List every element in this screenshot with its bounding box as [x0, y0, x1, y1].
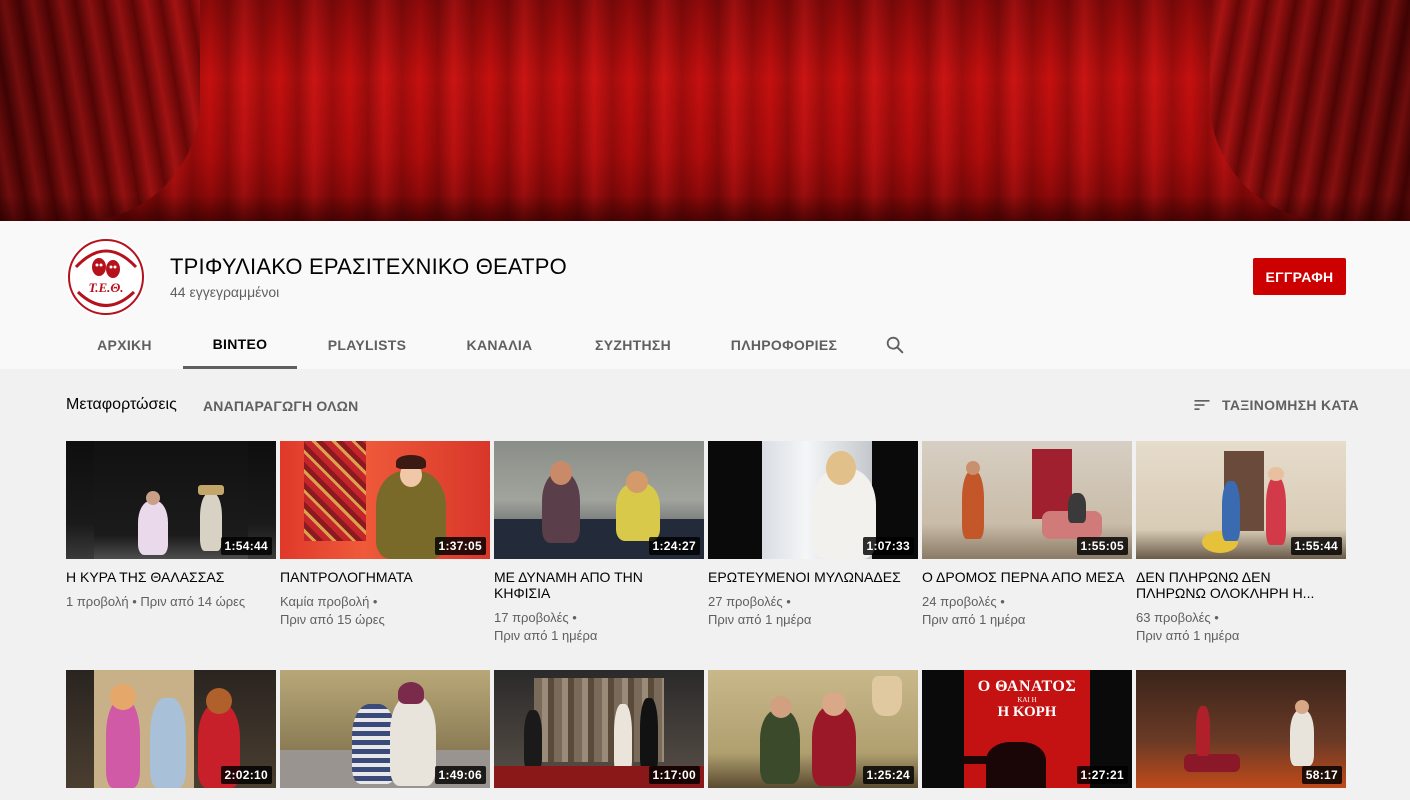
play-all-link[interactable]: ΑΝΑΠΑΡΑΓΩΓΗ ΟΛΩΝ — [203, 398, 358, 414]
channel-banner — [0, 0, 1410, 221]
video-card[interactable]: 1:55:05 Ο ΔΡΟΜΟΣ ΠΕΡΝΑ ΑΠΟ ΜΕΣΑ 24 προβο… — [922, 441, 1132, 629]
video-age: Πριν από 1 ημέρα — [922, 612, 1026, 627]
video-duration: 1:25:24 — [862, 766, 914, 784]
video-age: Πριν από 1 ημέρα — [1136, 628, 1240, 643]
video-card[interactable]: Ο ΘΑΝΑΤΟΣ ΚΑΙ Η Η ΚΟΡΗ 1:27:21 — [922, 670, 1132, 788]
channel-avatar[interactable]: Τ.Ε.Θ. — [66, 237, 146, 317]
channel-header: Τ.Ε.Θ. ΤΡΙΦΥΛΙΑΚΟ ΕΡΑΣΙΤΕΧΝΙΚΟ ΘΕΑΤΡΟ 44… — [0, 221, 1410, 369]
video-duration: 1:49:06 — [434, 766, 486, 784]
video-thumbnail[interactable]: 1:55:44 — [1136, 441, 1346, 559]
video-thumbnail[interactable]: 1:55:05 — [922, 441, 1132, 559]
video-views: 17 προβολές • — [494, 610, 577, 625]
channel-tabs: ΑΡΧΙΚΗ ΒΙΝΤΕΟ PLAYLISTS ΚΑΝΑΛΙΑ ΣΥΖΗΤΗΣΗ… — [66, 321, 926, 369]
video-meta: 1 προβολή • Πριν από 14 ώρες — [66, 593, 276, 611]
tab-discussion[interactable]: ΣΥΖΗΤΗΣΗ — [562, 321, 704, 369]
tab-channels[interactable]: ΚΑΝΑΛΙΑ — [437, 321, 562, 369]
video-meta: 24 προβολές • Πριν από 1 ημέρα — [922, 593, 1132, 629]
video-title[interactable]: Η ΚΥΡΑ ΤΗΣ ΘΑΛΑΣΣΑΣ — [66, 569, 276, 585]
video-views: 24 προβολές • — [922, 594, 1005, 609]
video-thumbnail[interactable]: 1:24:27 — [494, 441, 704, 559]
subscribe-button[interactable]: ΕΓΓΡΑΦΗ — [1253, 258, 1346, 295]
video-title[interactable]: ΜΕ ΔΥΝΑΜΗ ΑΠΟ ΤΗΝ ΚΗΦΙΣΙΑ — [494, 569, 704, 601]
sort-icon — [1194, 400, 1210, 410]
video-thumbnail[interactable]: 1:07:33 — [708, 441, 918, 559]
video-thumbnail[interactable]: 58:17 — [1136, 670, 1346, 788]
tab-videos[interactable]: ΒΙΝΤΕΟ — [183, 321, 297, 369]
uploads-title: Μεταφορτώσεις — [66, 396, 177, 413]
video-views: Καμία προβολή • — [280, 594, 378, 609]
video-card[interactable]: 1:24:27 ΜΕ ΔΥΝΑΜΗ ΑΠΟ ΤΗΝ ΚΗΦΙΣΙΑ 17 προ… — [494, 441, 704, 645]
thumbnail-title-line-1: Ο ΘΑΝΑΤΟΣ — [977, 678, 1077, 695]
video-duration: 2:02:10 — [220, 766, 272, 784]
video-duration: 1:07:33 — [862, 537, 914, 555]
video-duration: 1:55:44 — [1290, 537, 1342, 555]
video-card[interactable]: 2:02:10 — [66, 670, 276, 788]
video-card[interactable]: 1:54:44 Η ΚΥΡΑ ΤΗΣ ΘΑΛΑΣΣΑΣ 1 προβολή • … — [66, 441, 276, 611]
tab-playlists[interactable]: PLAYLISTS — [297, 321, 437, 369]
video-duration: 1:54:44 — [220, 537, 272, 555]
video-thumbnail[interactable]: 1:54:44 — [66, 441, 276, 559]
video-title[interactable]: ΔΕΝ ΠΛΗΡΩΝΩ ΔΕΝ ΠΛΗΡΩΝΩ ΟΛΟΚΛΗΡΗ Η... — [1136, 569, 1346, 601]
channel-search-button[interactable] — [864, 321, 926, 369]
sort-button[interactable]: ΤΑΞΙΝΟΜΗΣΗ ΚΑΤΑ — [1192, 395, 1359, 415]
video-thumbnail[interactable]: 1:37:05 — [280, 441, 490, 559]
video-title[interactable]: ΠΑΝΤΡΟΛΟΓΗΜΑΤΑ — [280, 569, 490, 585]
video-age: Πριν από 15 ώρες — [280, 612, 385, 627]
theatre-logo-icon: Τ.Ε.Θ. — [68, 239, 144, 315]
video-meta: 17 προβολές • Πριν από 1 ημέρα — [494, 609, 704, 645]
tab-home[interactable]: ΑΡΧΙΚΗ — [66, 321, 183, 369]
video-card[interactable]: 58:17 — [1136, 670, 1346, 788]
video-duration: 1:17:00 — [648, 766, 700, 784]
curtain-right-decoration — [1210, 0, 1410, 221]
thumbnail-title-line-2: ΚΑΙ Η — [1017, 696, 1037, 704]
video-card[interactable]: 1:25:24 — [708, 670, 918, 788]
video-thumbnail[interactable]: 1:49:06 — [280, 670, 490, 788]
video-meta: Καμία προβολή • Πριν από 15 ώρες — [280, 593, 490, 629]
video-thumbnail[interactable]: 1:25:24 — [708, 670, 918, 788]
video-meta: 27 προβολές • Πριν από 1 ημέρα — [708, 593, 918, 629]
video-thumbnail[interactable]: 1:17:00 — [494, 670, 704, 788]
video-meta: 63 προβολές • Πριν από 1 ημέρα — [1136, 609, 1346, 645]
video-views: 63 προβολές • — [1136, 610, 1219, 625]
video-views: 27 προβολές • — [708, 594, 791, 609]
curtain-left-decoration — [0, 0, 200, 221]
tab-about[interactable]: ΠΛΗΡΟΦΟΡΙΕΣ — [704, 321, 864, 369]
search-icon — [886, 336, 904, 354]
logo-text: Τ.Ε.Θ. — [88, 280, 123, 295]
video-thumbnail[interactable]: Ο ΘΑΝΑΤΟΣ ΚΑΙ Η Η ΚΟΡΗ 1:27:21 — [922, 670, 1132, 788]
video-card[interactable]: 1:49:06 — [280, 670, 490, 788]
videos-content: Μεταφορτώσεις ΑΝΑΠΑΡΑΓΩΓΗ ΟΛΩΝ ΤΑΞΙΝΟΜΗΣ… — [0, 369, 1410, 800]
video-views-age: 1 προβολή • Πριν από 14 ώρες — [66, 594, 246, 609]
thumbnail-title-line-3: Η ΚΟΡΗ — [997, 704, 1057, 720]
video-card[interactable]: 1:07:33 ΕΡΩΤΕΥΜΕΝΟΙ ΜΥΛΩΝΑΔΕΣ 27 προβολέ… — [708, 441, 918, 629]
video-age: Πριν από 1 ημέρα — [494, 628, 598, 643]
video-card[interactable]: 1:17:00 — [494, 670, 704, 788]
subscriber-count: 44 εγγεγραμμένοι — [170, 284, 280, 300]
video-duration: 58:17 — [1301, 766, 1342, 784]
video-title[interactable]: Ο ΔΡΟΜΟΣ ΠΕΡΝΑ ΑΠΟ ΜΕΣΑ — [922, 569, 1132, 585]
video-thumbnail[interactable]: 2:02:10 — [66, 670, 276, 788]
video-card[interactable]: 1:55:44 ΔΕΝ ΠΛΗΡΩΝΩ ΔΕΝ ΠΛΗΡΩΝΩ ΟΛΟΚΛΗΡΗ… — [1136, 441, 1346, 645]
stage-edge-decoration — [0, 195, 1410, 221]
channel-name: ΤΡΙΦΥΛΙΑΚΟ ΕΡΑΣΙΤΕΧΝΙΚΟ ΘΕΑΤΡΟ — [170, 254, 567, 279]
video-duration: 1:27:21 — [1076, 766, 1128, 784]
video-age: Πριν από 1 ημέρα — [708, 612, 812, 627]
sort-label: ΤΑΞΙΝΟΜΗΣΗ ΚΑΤΑ — [1222, 397, 1359, 413]
video-duration: 1:55:05 — [1076, 537, 1128, 555]
video-title[interactable]: ΕΡΩΤΕΥΜΕΝΟΙ ΜΥΛΩΝΑΔΕΣ — [708, 569, 918, 585]
video-duration: 1:24:27 — [648, 537, 700, 555]
video-duration: 1:37:05 — [434, 537, 486, 555]
video-card[interactable]: 1:37:05 ΠΑΝΤΡΟΛΟΓΗΜΑΤΑ Καμία προβολή • Π… — [280, 441, 490, 629]
